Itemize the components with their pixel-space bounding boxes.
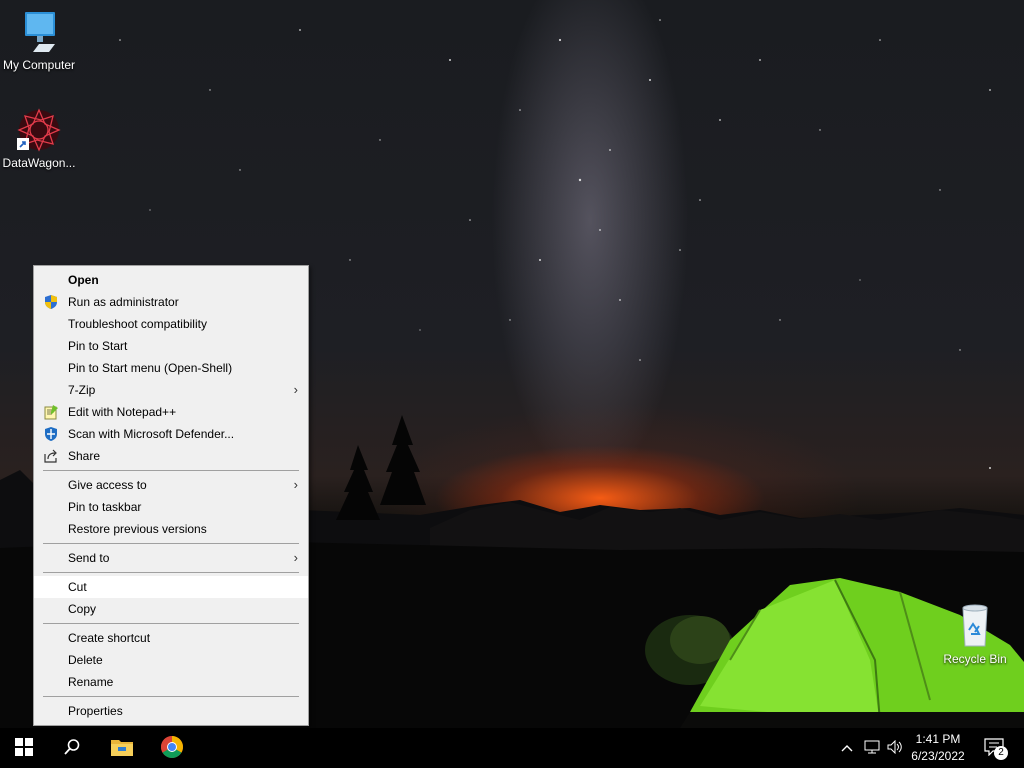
network-tray-button[interactable] <box>860 728 884 768</box>
clock[interactable]: 1:41 PM 6/23/2022 <box>906 731 970 765</box>
chevron-up-icon <box>841 741 853 755</box>
notepad-plus-plus-icon <box>43 404 59 420</box>
chrome-button[interactable] <box>148 728 196 768</box>
menu-item-copy[interactable]: Copy <box>34 598 308 620</box>
volume-icon <box>887 739 903 757</box>
chrome-icon <box>160 735 184 762</box>
menu-item-label: Run as administrator <box>68 295 179 309</box>
menu-item-label: 7-Zip <box>68 383 96 397</box>
menu-item-label: Pin to Start menu (Open-Shell) <box>68 361 233 375</box>
network-icon <box>864 740 880 757</box>
menu-item-pin-to-start[interactable]: Pin to Start <box>34 335 308 357</box>
menu-item-properties[interactable]: Properties <box>34 700 308 722</box>
menu-separator <box>43 470 299 471</box>
notification-count-badge: 2 <box>994 746 1008 760</box>
volume-tray-button[interactable] <box>884 728 906 768</box>
menu-item-rename[interactable]: Rename <box>34 671 308 693</box>
recycle-bin-icon <box>951 602 999 650</box>
menu-item-label: Scan with Microsoft Defender... <box>68 427 235 441</box>
submenu-arrow-icon: › <box>293 477 298 492</box>
menu-item-share[interactable]: Share <box>34 445 308 467</box>
action-center-button[interactable]: 2 <box>978 728 1012 768</box>
uac-shield-icon <box>43 294 59 310</box>
desktop-icon-label: DataWagon... <box>2 156 76 170</box>
computer-icon <box>15 8 63 56</box>
menu-item-label: Open <box>68 273 99 287</box>
desktop-icon-datawagon[interactable]: DataWagon... <box>0 106 78 170</box>
share-icon <box>43 448 59 464</box>
clock-time: 1:41 PM <box>915 732 961 746</box>
menu-item-label: Pin to Start <box>68 339 128 353</box>
start-button[interactable] <box>0 728 48 768</box>
taskbar: 1:41 PM 6/23/2022 2 <box>0 728 1024 768</box>
menu-item-create-shortcut[interactable]: Create shortcut <box>34 627 308 649</box>
menu-separator <box>43 572 299 573</box>
clock-date: 6/23/2022 <box>911 749 965 763</box>
desktop-icon-my-computer[interactable]: My Computer <box>0 8 78 72</box>
menu-item-label: Rename <box>68 675 114 689</box>
search-button[interactable] <box>48 728 96 768</box>
menu-item-7zip[interactable]: 7-Zip › <box>34 379 308 401</box>
menu-separator <box>43 623 299 624</box>
menu-item-label: Restore previous versions <box>68 522 207 536</box>
menu-item-label: Create shortcut <box>68 631 151 645</box>
context-menu: Open Run as administrator Troubleshoot c… <box>33 265 309 726</box>
menu-item-label: Send to <box>68 551 110 565</box>
desktop-icon-label: Recycle Bin <box>943 652 1007 666</box>
submenu-arrow-icon: › <box>293 382 298 397</box>
menu-item-troubleshoot-compatibility[interactable]: Troubleshoot compatibility <box>34 313 308 335</box>
file-explorer-button[interactable] <box>98 728 146 768</box>
search-icon <box>63 738 81 759</box>
menu-item-label: Troubleshoot compatibility <box>68 317 207 331</box>
menu-item-scan-with-defender[interactable]: Scan with Microsoft Defender... <box>34 423 308 445</box>
menu-item-pin-to-taskbar[interactable]: Pin to taskbar <box>34 496 308 518</box>
menu-item-give-access-to[interactable]: Give access to › <box>34 474 308 496</box>
menu-item-restore-previous-versions[interactable]: Restore previous versions <box>34 518 308 540</box>
menu-item-run-as-administrator[interactable]: Run as administrator <box>34 291 308 313</box>
menu-item-label: Pin to taskbar <box>68 500 142 514</box>
menu-item-label: Copy <box>68 602 97 616</box>
menu-separator <box>43 543 299 544</box>
menu-item-open[interactable]: Open <box>34 269 308 291</box>
menu-item-label: Edit with Notepad++ <box>68 405 177 419</box>
menu-item-delete[interactable]: Delete <box>34 649 308 671</box>
menu-item-edit-with-notepad[interactable]: Edit with Notepad++ <box>34 401 308 423</box>
menu-separator <box>43 696 299 697</box>
menu-item-label: Delete <box>68 653 103 667</box>
menu-item-cut[interactable]: Cut <box>34 576 308 598</box>
menu-item-pin-to-start-menu-open-shell[interactable]: Pin to Start menu (Open-Shell) <box>34 357 308 379</box>
menu-item-label: Share <box>68 449 101 463</box>
menu-item-send-to[interactable]: Send to › <box>34 547 308 569</box>
menu-item-label: Give access to <box>68 478 147 492</box>
file-explorer-icon <box>110 737 134 760</box>
defender-icon <box>43 426 59 442</box>
start-button-icon <box>15 737 33 759</box>
submenu-arrow-icon: › <box>293 550 298 565</box>
desktop-icon-label: My Computer <box>2 58 76 72</box>
desktop-icon-recycle-bin[interactable]: Recycle Bin <box>936 602 1014 666</box>
show-hidden-icons-button[interactable] <box>838 728 856 768</box>
notifications-icon: 2 <box>984 738 1008 760</box>
menu-item-label: Properties <box>68 704 123 718</box>
datawagon-shortcut-icon <box>15 106 63 154</box>
menu-item-label: Cut <box>68 580 87 594</box>
